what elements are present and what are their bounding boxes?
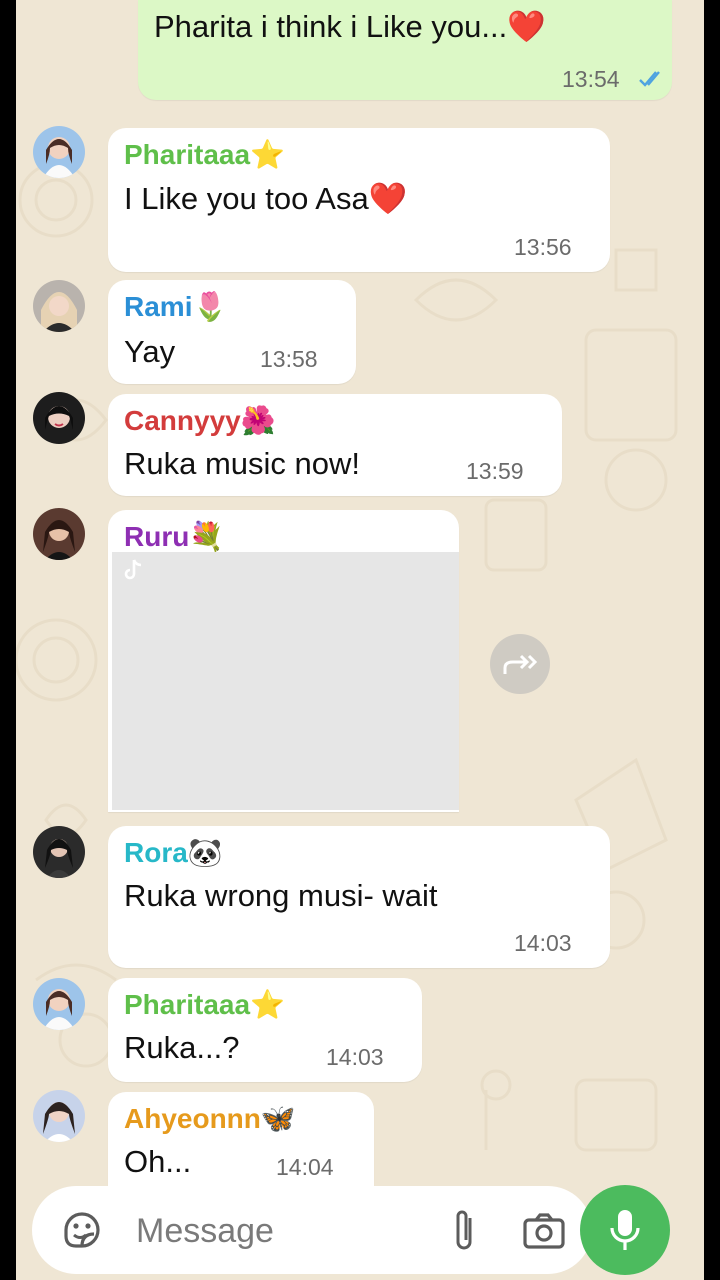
mic-icon [610,1210,640,1250]
sender-name: Rora🐼 [124,836,223,869]
sender-name: Pharitaaa⭐ [124,138,285,171]
sender-name: Cannyyy🌺 [124,404,276,437]
message-time: 13:58 [260,346,318,372]
sender-name: Pharitaaa⭐ [124,988,285,1021]
message-input[interactable]: Message [136,1212,274,1251]
avatar[interactable] [33,978,85,1030]
message-time: 14:03 [326,1044,384,1070]
avatar[interactable] [33,280,85,332]
message-incoming[interactable]: Pharitaaa⭐ I Like you too Asa❤️ 13:56 [108,128,610,272]
avatar[interactable] [33,826,85,878]
message-text: Yay [124,334,176,369]
sender-name: Ruru💐 [124,520,225,553]
message-incoming[interactable]: Ahyeonnn🦋 Oh... 14:04 [108,1092,374,1186]
avatar[interactable] [33,508,85,560]
forward-icon [503,654,538,674]
message-text: Pharita i think i Like you... [154,9,508,44]
voice-record-button[interactable] [580,1185,670,1275]
message-incoming[interactable]: Pharitaaa⭐ Ruka...? 14:03 [108,978,422,1082]
message-text: Ruka wrong musi- wait [124,878,438,913]
message-incoming[interactable]: Rami🌷 Yay 13:58 [108,280,356,384]
message-time: 13:59 [466,458,524,484]
attach-icon[interactable] [450,1208,478,1254]
camera-icon[interactable] [522,1212,566,1250]
message-incoming[interactable]: Cannyyy🌺 Ruka music now! 13:59 [108,394,562,496]
message-incoming[interactable]: Rora🐼 Ruka wrong musi- wait 14:03 [108,826,610,968]
message-input-bar: Message [32,1186,592,1274]
heart-emoji: ❤️ [507,9,546,45]
sender-name: Ahyeonnn🦋 [124,1102,296,1135]
avatar[interactable] [33,1090,85,1142]
forward-button[interactable] [490,634,550,694]
message-time: 14:03 [514,930,572,956]
message-time: 13:56 [514,234,572,260]
message-text: Ruka...? [124,1030,240,1065]
message-outgoing[interactable]: Pharita i think i Like you...❤️ 13:54 [138,0,672,100]
read-ticks-icon [639,71,660,87]
heart-emoji: ❤️ [368,181,408,217]
sender-name: Rami🌷 [124,290,228,323]
message-text: I Like you too Asa [124,181,369,216]
tiktok-icon [124,559,142,580]
sticker-icon[interactable] [60,1208,104,1252]
avatar[interactable] [33,392,85,444]
video-thumbnail[interactable] [112,552,459,810]
chat-area: Pharita i think i Like you...❤️ 13:54 Ph… [16,0,704,1280]
message-text: Oh... [124,1144,192,1179]
message-time: 14:04 [276,1154,334,1180]
avatar[interactable] [33,126,85,178]
message-time: 13:54 [562,66,620,92]
message-text: Ruka music now! [124,446,361,481]
